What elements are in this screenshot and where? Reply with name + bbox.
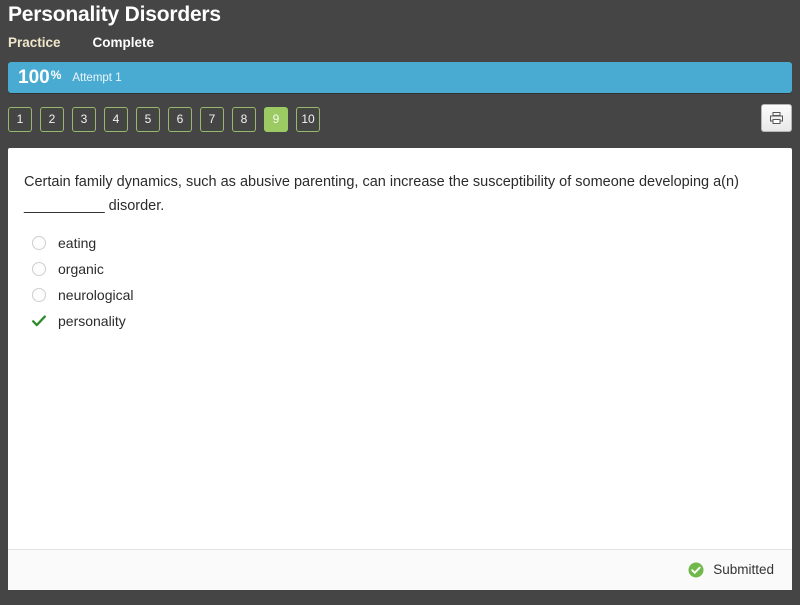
tab-complete[interactable]: Complete (93, 35, 155, 51)
question-card-body: Certain family dynamics, such as abusive… (8, 148, 792, 549)
print-button[interactable] (761, 104, 792, 132)
question-number-button-6[interactable]: 6 (168, 106, 192, 132)
question-number-button-7[interactable]: 7 (200, 106, 224, 132)
status-label: Submitted (713, 562, 774, 577)
answer-options-list: eating organic neurological personality (24, 230, 776, 334)
answer-option-organic[interactable]: organic (24, 256, 776, 282)
question-number-button-2[interactable]: 2 (40, 106, 64, 132)
answer-option-label: organic (58, 261, 104, 277)
score-percent-symbol: % (50, 67, 62, 82)
page-title: Personality Disorders (8, 3, 221, 26)
question-number-buttons: 1 2 3 4 5 6 7 8 9 10 (8, 106, 320, 132)
answer-option-neurological[interactable]: neurological (24, 282, 776, 308)
check-icon (32, 314, 46, 328)
answer-option-personality[interactable]: personality (24, 308, 776, 334)
header-tabs: Practice Complete (8, 33, 792, 53)
question-number-button-8[interactable]: 8 (232, 106, 256, 132)
question-number-button-1[interactable]: 1 (8, 106, 32, 132)
radio-unchecked-icon[interactable] (32, 288, 46, 302)
question-card-footer: Submitted (8, 549, 792, 590)
question-number-button-4[interactable]: 4 (104, 106, 128, 132)
quiz-header: Personality Disorders Practice Complete (0, 0, 800, 53)
answer-option-label: personality (58, 313, 126, 329)
question-nav-row: 1 2 3 4 5 6 7 8 9 10 (8, 102, 792, 136)
answer-option-label: neurological (58, 287, 134, 303)
score-value: 100 (18, 67, 50, 88)
answer-option-label: eating (58, 235, 97, 251)
radio-unchecked-icon[interactable] (32, 262, 46, 276)
attempt-label: Attempt 1 (72, 71, 122, 84)
question-number-button-9[interactable]: 9 (264, 106, 288, 132)
printer-icon (770, 112, 783, 124)
tab-practice[interactable]: Practice (8, 35, 61, 51)
radio-unchecked-icon[interactable] (32, 236, 46, 250)
question-card: Certain family dynamics, such as abusive… (8, 148, 792, 590)
question-text: Certain family dynamics, such as abusive… (24, 174, 739, 214)
question-number-button-5[interactable]: 5 (136, 106, 160, 132)
question-number-button-3[interactable]: 3 (72, 106, 96, 132)
status-badge: Submitted (688, 562, 774, 578)
question-number-button-10[interactable]: 10 (296, 106, 320, 132)
check-circle-icon (688, 562, 704, 578)
answer-option-eating[interactable]: eating (24, 230, 776, 256)
score-progress-bar: 100% Attempt 1 (8, 62, 792, 93)
